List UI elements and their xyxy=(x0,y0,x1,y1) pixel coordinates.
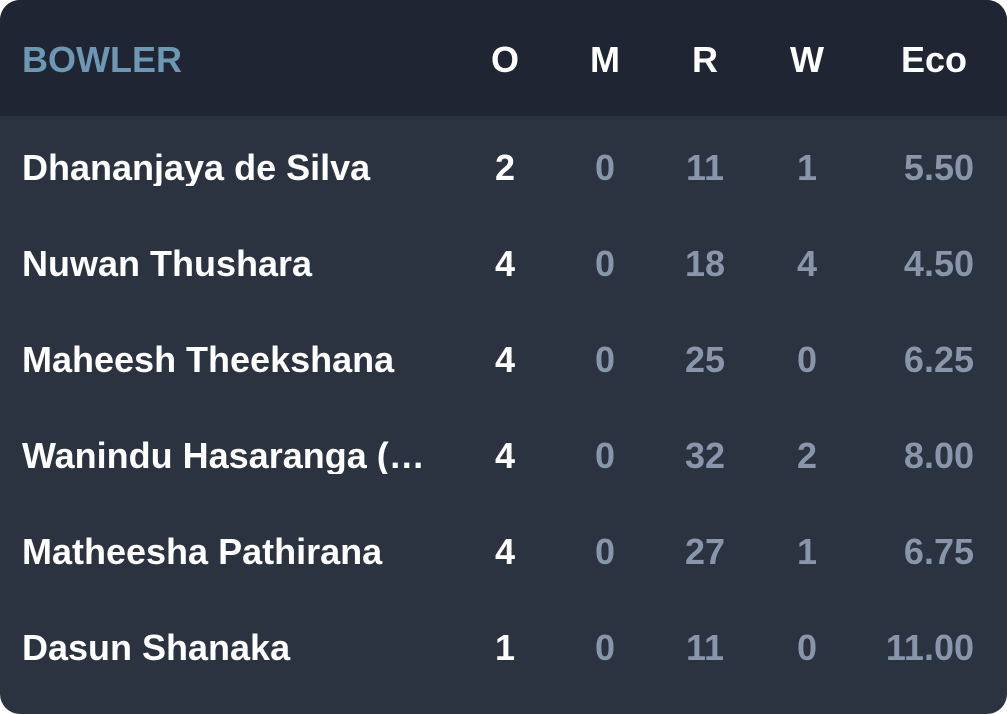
overs-value: 4 xyxy=(494,531,516,572)
maidens-value: 0 xyxy=(594,339,616,380)
maidens-value: 0 xyxy=(594,243,616,284)
header-economy: Eco xyxy=(900,39,967,80)
maidens-value: 0 xyxy=(594,435,616,476)
overs-value: 2 xyxy=(494,147,516,188)
wickets-value: 0 xyxy=(796,627,818,668)
header-bowler: BOWLER xyxy=(22,42,182,78)
wickets-value: 2 xyxy=(796,435,818,476)
header-overs: O xyxy=(490,39,519,80)
runs-value: 32 xyxy=(684,435,726,476)
bowler-name[interactable]: Matheesha Pathirana xyxy=(22,534,452,570)
runs-value: 11 xyxy=(685,147,725,188)
maidens-value: 0 xyxy=(594,627,616,668)
bowler-name[interactable]: Nuwan Thushara xyxy=(22,246,452,282)
wickets-value: 1 xyxy=(796,531,818,572)
bowling-scorecard: BOWLER O M R W Eco Dhananjaya de Silva 2… xyxy=(0,0,1007,714)
table-row[interactable]: Matheesha Pathirana 4 0 27 1 6.75 xyxy=(0,500,1007,596)
economy-value: 6.75 xyxy=(903,531,974,572)
overs-value: 4 xyxy=(494,435,516,476)
table-header: BOWLER O M R W Eco xyxy=(0,0,1007,116)
economy-value: 11.00 xyxy=(885,627,974,668)
table-row[interactable]: Dasun Shanaka 1 0 11 0 11.00 xyxy=(0,596,1007,692)
header-maidens: M xyxy=(590,39,620,80)
wickets-value: 1 xyxy=(796,147,818,188)
table-row[interactable]: Dhananjaya de Silva 2 0 11 1 5.50 xyxy=(0,116,1007,212)
economy-value: 6.25 xyxy=(903,339,974,380)
runs-value: 27 xyxy=(684,531,726,572)
economy-value: 8.00 xyxy=(903,435,974,476)
runs-value: 25 xyxy=(684,339,726,380)
maidens-value: 0 xyxy=(594,531,616,572)
overs-value: 1 xyxy=(494,627,516,668)
bowler-name[interactable]: Dhananjaya de Silva xyxy=(22,150,452,186)
economy-value: 5.50 xyxy=(903,147,974,188)
wickets-value: 0 xyxy=(796,339,818,380)
bowler-name[interactable]: Maheesh Theekshana xyxy=(22,342,452,378)
overs-value: 4 xyxy=(494,243,516,284)
bowler-name[interactable]: Wanindu Hasaranga (… xyxy=(22,438,452,474)
header-runs: R xyxy=(692,39,718,80)
runs-value: 11 xyxy=(685,627,725,668)
bowler-name[interactable]: Dasun Shanaka xyxy=(22,630,452,666)
table-row[interactable]: Nuwan Thushara 4 0 18 4 4.50 xyxy=(0,212,1007,308)
overs-value: 4 xyxy=(494,339,516,380)
maidens-value: 0 xyxy=(594,147,616,188)
table-row[interactable]: Maheesh Theekshana 4 0 25 0 6.25 xyxy=(0,308,1007,404)
wickets-value: 4 xyxy=(796,243,818,284)
economy-value: 4.50 xyxy=(903,243,974,284)
runs-value: 18 xyxy=(684,243,726,284)
table-row[interactable]: Wanindu Hasaranga (… 4 0 32 2 8.00 xyxy=(0,404,1007,500)
